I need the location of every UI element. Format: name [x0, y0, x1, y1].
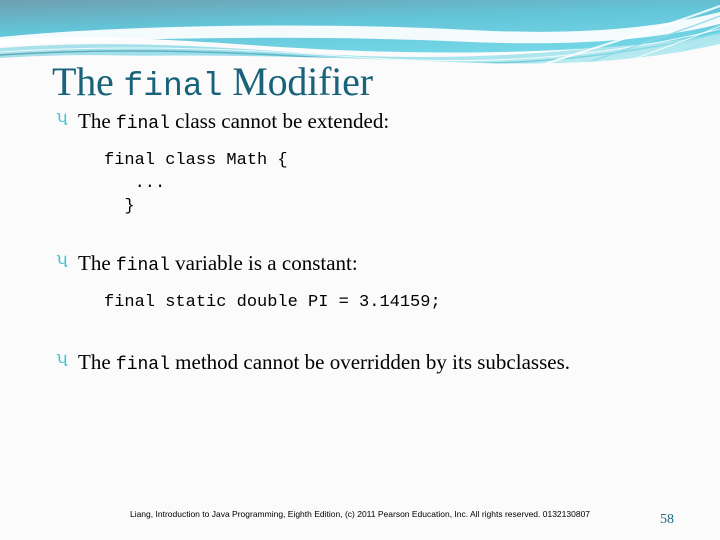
- bullet-2-prefix: The: [78, 251, 116, 275]
- footer-copyright: Liang, Introduction to Java Programming,…: [129, 509, 591, 519]
- bullet-1-suffix: class cannot be extended:: [169, 109, 390, 133]
- bullet-3-prefix: The: [78, 350, 116, 374]
- bullet-3-text: The final method cannot be overridden by…: [78, 350, 570, 375]
- bullet-2-suffix: variable is a constant:: [169, 251, 358, 275]
- code-block-1: final class Math { ... }: [104, 151, 288, 216]
- bullet-2-keyword: final: [115, 256, 170, 276]
- bullet-item-3: પ The final method cannot be overridden …: [0, 349, 720, 379]
- bullet-ornament-icon: પ: [56, 349, 69, 371]
- code-block-2: final static double PI = 3.14159;: [104, 293, 441, 312]
- bullet-1-prefix: The: [78, 109, 116, 133]
- page-title: The final Modifier: [52, 58, 692, 111]
- page-number: 58: [660, 512, 674, 527]
- bullet-2-text: The final variable is a constant:: [78, 251, 358, 276]
- bullet-3-keyword: final: [115, 355, 170, 375]
- bullet-item-1: પ The final class cannot be extended:: [0, 108, 720, 138]
- bullet-ornament-icon: પ: [56, 108, 69, 130]
- title-suffix: Modifier: [222, 59, 373, 104]
- bullet-item-2: પ The final variable is a constant:: [0, 250, 720, 280]
- slide-content: પ The final class cannot be extended: fi…: [0, 108, 720, 379]
- slide-canvas: The final Modifier પ The final class can…: [0, 0, 720, 540]
- bullet-ornament-icon: પ: [56, 250, 69, 272]
- title-keyword-final: final: [123, 68, 223, 105]
- bullet-1-keyword: final: [115, 114, 170, 134]
- title-prefix: The: [52, 59, 124, 104]
- bullet-1-text: The final class cannot be extended:: [78, 109, 390, 134]
- bullet-3-suffix: method cannot be overridden by its subcl…: [169, 350, 570, 374]
